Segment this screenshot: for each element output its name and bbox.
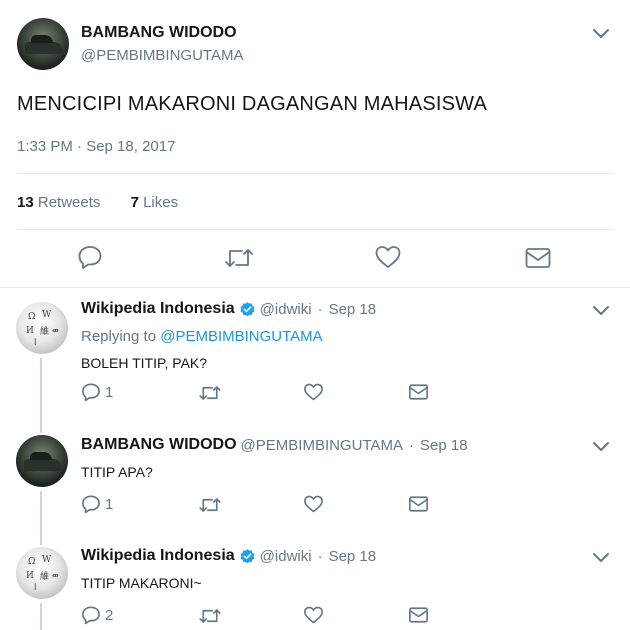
heart-icon	[304, 606, 323, 624]
tweet-actions	[0, 238, 630, 278]
envelope-icon	[409, 607, 428, 623]
likes-label: Likes	[143, 194, 179, 211]
replying-label: Replying to	[81, 328, 157, 345]
message-button[interactable]	[524, 246, 552, 270]
author-avatar[interactable]	[17, 18, 69, 70]
replying-to: Replying to @PEMBIMBINGUTAMA	[81, 328, 323, 345]
chevron-down-icon[interactable]	[592, 440, 610, 452]
retweet-icon	[225, 249, 253, 267]
retweet-button[interactable]	[198, 607, 222, 625]
reply-count: 2	[105, 606, 114, 624]
reply-icon	[82, 495, 100, 514]
tweet-stats: 13 Retweets 7 Likes	[17, 194, 198, 211]
retweets-count: 13	[17, 194, 34, 211]
retweet-button[interactable]	[223, 246, 255, 270]
reply-text: TITIP MAKARONI~	[81, 575, 202, 591]
replying-to-link[interactable]: @PEMBIMBINGUTAMA	[160, 328, 322, 345]
heart-icon	[304, 495, 323, 513]
like-button[interactable]	[374, 244, 402, 270]
reply-count: 1	[105, 383, 114, 401]
reply-button[interactable]: 1	[81, 494, 113, 514]
message-button[interactable]	[408, 495, 429, 513]
author-name[interactable]: Wikipedia Indonesia	[81, 300, 235, 318]
chevron-down-icon[interactable]	[592, 551, 610, 563]
retweets-label: Retweets	[37, 194, 101, 211]
envelope-icon	[409, 384, 428, 400]
reply-icon	[82, 606, 100, 625]
author-handle[interactable]: @idwiki	[260, 301, 312, 318]
thread-line	[40, 423, 42, 433]
separator: ·	[409, 436, 415, 454]
verified-badge-icon	[240, 548, 255, 563]
retweet-button[interactable]	[198, 496, 222, 514]
divider	[17, 173, 614, 174]
separator: ·	[317, 300, 323, 318]
wikipedia-avatar[interactable]: Ω W И 維 ወ ا	[16, 302, 68, 354]
author-handle[interactable]: @PEMBIMBINGUTAMA	[81, 47, 243, 64]
thread-line	[40, 491, 42, 535]
reply-tweet[interactable]: Ω W И 維 ወ ا Wikipedia Indonesia @idwiki …	[0, 288, 630, 423]
reply-count: 1	[105, 495, 114, 513]
tweet-text: MENCICIPI MAKARONI DAGANGAN MAHASISWA	[17, 93, 488, 115]
reply-tweet[interactable]: BAMBANG WIDODO @PEMBIMBINGUTAMA · Sep 18…	[0, 423, 630, 535]
retweet-icon	[199, 609, 221, 623]
envelope-icon	[525, 248, 551, 268]
reply-button[interactable]: 1	[81, 382, 113, 402]
likes-count: 7	[130, 194, 139, 211]
retweet-button[interactable]	[198, 384, 222, 402]
reply-date[interactable]: Sep 18	[420, 437, 468, 454]
message-button[interactable]	[408, 606, 429, 624]
separator: ·	[317, 547, 323, 565]
reply-header: Wikipedia Indonesia @idwiki · Sep 18	[81, 300, 376, 318]
author-name[interactable]: BAMBANG WIDODO	[81, 436, 237, 454]
message-button[interactable]	[408, 383, 429, 401]
envelope-icon	[409, 496, 428, 512]
divider	[17, 229, 614, 230]
likes-stat[interactable]: 7 Likes	[131, 194, 179, 211]
thread-line	[40, 535, 42, 545]
retweet-icon	[199, 386, 221, 400]
reply-header: Wikipedia Indonesia @idwiki · Sep 18	[81, 547, 376, 565]
wikipedia-avatar[interactable]: Ω W И 維 ወ ا	[16, 547, 68, 599]
heart-icon	[375, 246, 401, 268]
reply-button[interactable]: 2	[81, 605, 113, 625]
like-button[interactable]	[303, 382, 324, 402]
main-tweet: BAMBANG WIDODO @PEMBIMBINGUTAMA MENCICIP…	[0, 0, 630, 290]
car-image	[25, 35, 63, 54]
author-avatar[interactable]	[16, 435, 68, 487]
like-button[interactable]	[303, 494, 324, 514]
reply-tweet[interactable]: Ω W И 維 ወ ا Wikipedia Indonesia @idwiki …	[0, 535, 630, 630]
reply-icon	[78, 246, 102, 269]
author-name[interactable]: Wikipedia Indonesia	[81, 547, 235, 565]
chevron-down-icon[interactable]	[592, 27, 610, 39]
reply-text: BOLEH TITIP, PAK?	[81, 355, 208, 371]
reply-text: TITIP APA?	[81, 464, 153, 480]
reply-button[interactable]	[77, 244, 103, 270]
reply-date[interactable]: Sep 18	[329, 301, 377, 318]
reply-icon	[82, 383, 100, 402]
retweet-icon	[199, 498, 221, 512]
car-image	[24, 452, 62, 471]
reply-header: BAMBANG WIDODO @PEMBIMBINGUTAMA · Sep 18	[81, 436, 468, 454]
reply-date[interactable]: Sep 18	[329, 548, 377, 565]
thread-line	[40, 603, 42, 630]
tweet-timestamp[interactable]: 1:33 PM · Sep 18, 2017	[17, 138, 175, 155]
author-handle[interactable]: @idwiki	[260, 548, 312, 565]
like-button[interactable]	[303, 605, 324, 625]
retweets-stat[interactable]: 13 Retweets	[17, 194, 100, 211]
thread-line	[40, 358, 42, 423]
verified-badge-icon	[240, 301, 255, 316]
author-name[interactable]: BAMBANG WIDODO	[81, 24, 237, 42]
chevron-down-icon[interactable]	[592, 304, 610, 316]
heart-icon	[304, 383, 323, 401]
author-handle[interactable]: @PEMBIMBINGUTAMA	[241, 437, 403, 454]
